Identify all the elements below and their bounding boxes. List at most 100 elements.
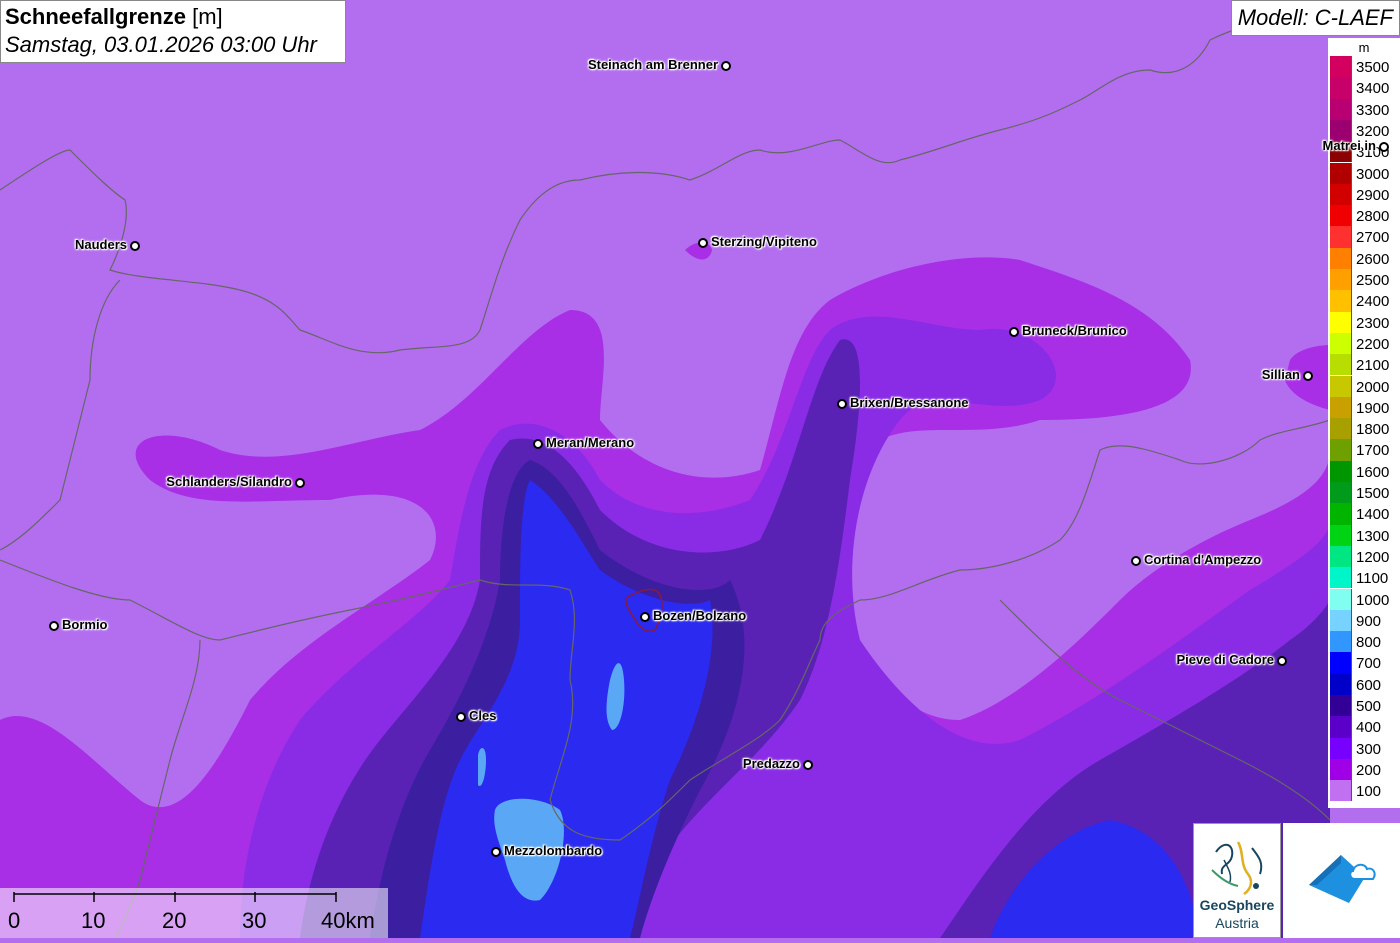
- legend-row: 2500: [1330, 269, 1400, 291]
- legend-row: 800: [1330, 631, 1400, 653]
- legend-swatch: [1330, 545, 1352, 568]
- legend-swatch: [1330, 56, 1352, 78]
- city-label[interactable]: Bozen/Bolzano: [653, 608, 746, 623]
- city-label[interactable]: Predazzo: [743, 756, 800, 771]
- legend-swatch: [1330, 77, 1352, 99]
- legend-label: 1600: [1356, 463, 1390, 481]
- snowline-map[interactable]: [0, 0, 1400, 938]
- legend-swatch: [1330, 780, 1352, 802]
- legend-swatch: [1330, 311, 1352, 333]
- city-marker[interactable]: [491, 847, 501, 857]
- city-label[interactable]: Nauders: [75, 237, 127, 252]
- legend-row: 900: [1330, 609, 1400, 632]
- legend-label: 3300: [1356, 101, 1390, 119]
- city-marker[interactable]: [533, 439, 543, 449]
- city-label[interactable]: Mezzolombardo: [504, 843, 602, 858]
- scale-label-20: 20: [162, 908, 187, 933]
- legend-label: 500: [1356, 698, 1382, 715]
- scale-label-40km: 40km: [321, 908, 375, 933]
- legend-label: 1000: [1356, 591, 1390, 609]
- legend-row: 1400: [1330, 503, 1400, 525]
- city-label[interactable]: Cortina d'Ampezzo: [1144, 552, 1261, 567]
- legend-label: 3000: [1356, 165, 1390, 183]
- legend-swatch: [1330, 226, 1352, 248]
- legend-label: 2200: [1356, 335, 1390, 353]
- legend-row: 1500: [1330, 482, 1400, 504]
- model-label: Modell: C-LAEF: [1230, 0, 1400, 36]
- city-marker[interactable]: [295, 478, 305, 488]
- legend-swatch: [1330, 695, 1352, 717]
- city-marker[interactable]: [698, 238, 708, 248]
- geosphere-logo[interactable]: GeoSphere Austria: [1193, 823, 1281, 938]
- legend-row: 2800: [1330, 205, 1400, 227]
- legend-label: 2100: [1356, 357, 1390, 375]
- legend-label: 1500: [1356, 485, 1390, 502]
- legend-swatch: [1330, 652, 1352, 674]
- legend-row: 1100: [1330, 567, 1400, 589]
- legend-label: 2600: [1356, 250, 1390, 268]
- secondary-logo[interactable]: [1283, 823, 1400, 938]
- legend-row: 1000: [1330, 588, 1400, 610]
- map-title-unit: [m]: [192, 4, 223, 29]
- map-title: Schneefallgrenze: [5, 4, 186, 29]
- city-label[interactable]: Steinach am Brenner: [588, 57, 718, 72]
- legend-row: 1600: [1330, 460, 1400, 482]
- city-marker[interactable]: [1379, 142, 1389, 152]
- city-marker[interactable]: [1009, 327, 1019, 337]
- legend-label: 600: [1356, 676, 1382, 694]
- legend-row: 1300: [1330, 524, 1400, 546]
- legend-row: 1900: [1330, 396, 1400, 419]
- legend-row: 1200: [1330, 545, 1400, 568]
- city-marker[interactable]: [1131, 556, 1141, 566]
- logo-line1: GeoSphere: [1199, 897, 1275, 913]
- legend-label: 3500: [1356, 59, 1390, 76]
- city-label[interactable]: Cles: [469, 708, 496, 723]
- city-marker[interactable]: [130, 241, 140, 251]
- city-marker[interactable]: [456, 712, 466, 722]
- city-label[interactable]: Sterzing/Vipiteno: [711, 234, 817, 249]
- legend-row: 3000: [1330, 162, 1400, 184]
- legend-label: 1100: [1356, 570, 1389, 588]
- legend-row: 2700: [1330, 226, 1400, 248]
- city-marker[interactable]: [1303, 371, 1313, 381]
- legend-row: 2100: [1330, 354, 1400, 376]
- legend-swatch: [1330, 439, 1352, 461]
- map-subtitle: Samstag, 03.01.2026 03:00 Uhr: [5, 32, 317, 57]
- legend-swatch: [1330, 269, 1352, 291]
- scale-label-10: 10: [81, 908, 106, 933]
- legend-row: 500: [1330, 695, 1400, 717]
- city-label[interactable]: Brixen/Bressanone: [850, 395, 969, 410]
- legend-label: 700: [1356, 655, 1382, 673]
- city-marker[interactable]: [1277, 656, 1287, 666]
- legend-label: 1400: [1356, 506, 1390, 524]
- legend-label: 2800: [1356, 208, 1390, 226]
- city-label[interactable]: Bormio: [62, 617, 108, 632]
- legend-row: 2400: [1330, 290, 1400, 312]
- legend-swatch: [1330, 460, 1352, 482]
- legend-row: 2300: [1330, 311, 1400, 333]
- city-label[interactable]: Matrei in: [1323, 138, 1376, 153]
- legend-row: 3400: [1330, 77, 1400, 99]
- city-label[interactable]: Schlanders/Silandro: [166, 474, 292, 489]
- legend-row: 2600: [1330, 247, 1400, 269]
- legend-label: 2900: [1356, 186, 1390, 204]
- city-marker[interactable]: [49, 621, 59, 631]
- legend-swatch: [1330, 375, 1352, 397]
- legend-label: 2500: [1356, 272, 1390, 289]
- city-marker[interactable]: [803, 760, 813, 770]
- city-label[interactable]: Bruneck/Brunico: [1022, 323, 1127, 338]
- city-marker[interactable]: [837, 399, 847, 409]
- legend-swatch: [1330, 205, 1352, 227]
- city-label[interactable]: Pieve di Cadore: [1176, 652, 1274, 667]
- legend-swatch: [1330, 673, 1352, 695]
- legend-label: 1700: [1356, 442, 1390, 460]
- legend-row: 3300: [1330, 98, 1400, 120]
- legend-label: 1800: [1356, 421, 1390, 439]
- legend-label: 800: [1356, 634, 1382, 652]
- city-label[interactable]: Meran/Merano: [546, 435, 634, 450]
- city-marker[interactable]: [640, 612, 650, 622]
- city-label[interactable]: Sillian: [1262, 367, 1300, 382]
- city-marker[interactable]: [721, 61, 731, 71]
- scale-label-30: 30: [242, 908, 267, 933]
- legend-label: 2300: [1356, 314, 1390, 332]
